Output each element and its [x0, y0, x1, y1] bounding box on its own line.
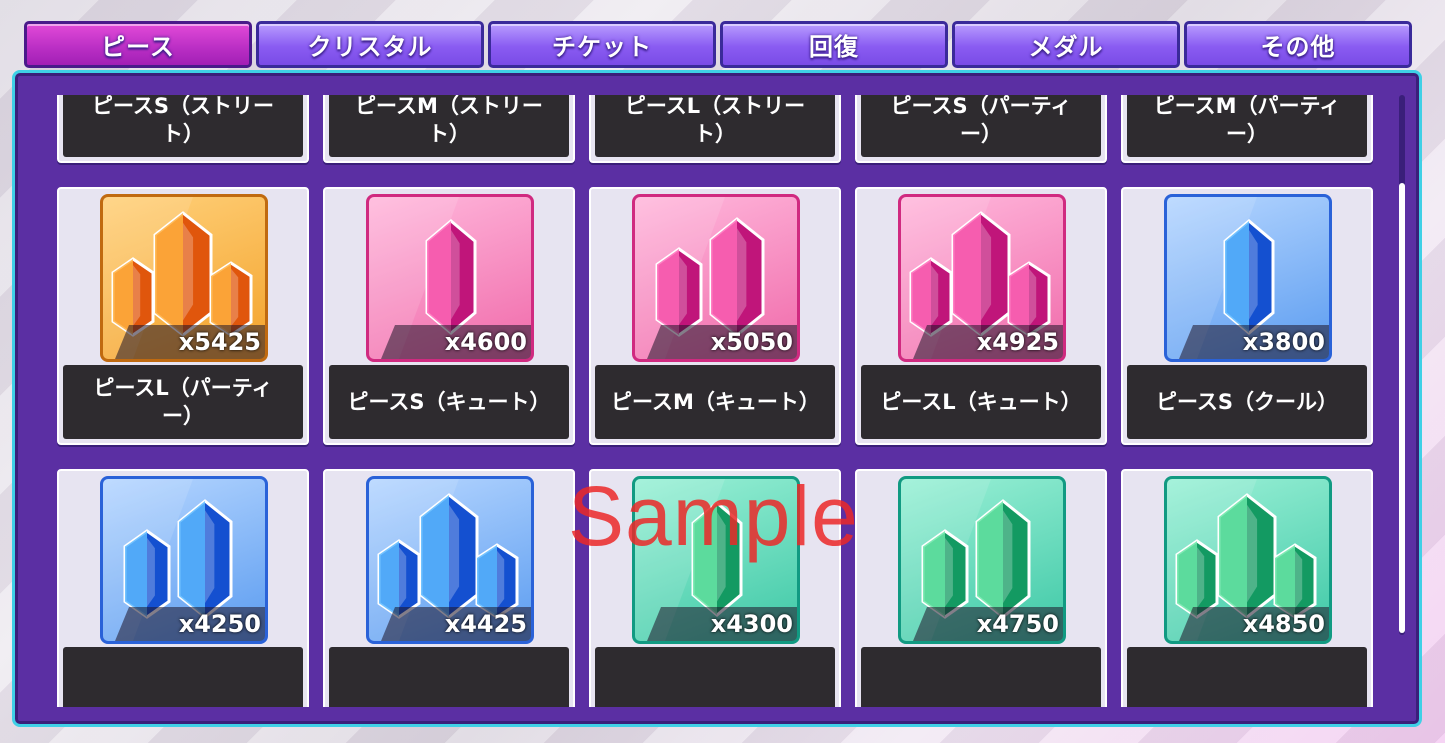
item-card[interactable]: x5050 ピースM（キュート）: [589, 187, 841, 445]
category-tabs: ピース クリスタル チケット 回復 メダル その他: [24, 21, 1412, 68]
item-name: ピースS（パーティー）: [861, 95, 1101, 157]
item-name: [63, 647, 303, 707]
item-name: [329, 647, 569, 707]
crystal-icon: x4850: [1164, 476, 1332, 644]
item-scroll-area[interactable]: x5100ピースS（ストリート） x5550ピースM（ストリート） x5350ピ…: [15, 95, 1395, 707]
item-quantity: x4925: [913, 325, 1063, 359]
tab-ticket[interactable]: チケット: [488, 21, 716, 68]
item-name: [595, 647, 835, 707]
item-card[interactable]: x4425: [323, 469, 575, 707]
item-card[interactable]: x5425 ピースL（パーティー）: [57, 187, 309, 445]
item-card[interactable]: x4750: [855, 469, 1107, 707]
item-quantity: x4250: [115, 607, 265, 641]
item-name: ピースS（クール）: [1127, 365, 1367, 439]
item-name: [1127, 647, 1367, 707]
tab-medal[interactable]: メダル: [952, 21, 1180, 68]
item-panel: x5100ピースS（ストリート） x5550ピースM（ストリート） x5350ピ…: [12, 70, 1422, 727]
item-name: ピースL（パーティー）: [63, 365, 303, 439]
item-quantity: x5050: [647, 325, 797, 359]
item-quantity: x4850: [1179, 607, 1329, 641]
item-card[interactable]: x4600 ピースS（キュート）: [323, 187, 575, 445]
item-name: ピースM（キュート）: [595, 365, 835, 439]
tab-recovery[interactable]: 回復: [720, 21, 948, 68]
item-card[interactable]: x4250: [57, 469, 309, 707]
item-name: ピースL（キュート）: [861, 365, 1101, 439]
item-quantity: x5425: [115, 325, 265, 359]
item-card[interactable]: x5600ピースS（パーティー）: [855, 95, 1107, 163]
crystal-icon: x4925: [898, 194, 1066, 362]
item-card[interactable]: x5100ピースS（ストリート）: [57, 95, 309, 163]
tab-piece[interactable]: ピース: [24, 21, 252, 68]
item-card[interactable]: x4850: [1121, 469, 1373, 707]
item-name: [861, 647, 1101, 707]
item-quantity: x3800: [1179, 325, 1329, 359]
item-quantity: x4425: [381, 607, 531, 641]
item-card[interactable]: x5550ピースM（ストリート）: [323, 95, 575, 163]
item-name: ピースL（ストリート）: [595, 95, 835, 157]
crystal-icon: x4250: [100, 476, 268, 644]
item-card[interactable]: x5350ピースL（ストリート）: [589, 95, 841, 163]
item-card[interactable]: x4925 ピースL（キュート）: [855, 187, 1107, 445]
item-name: ピースS（ストリート）: [63, 95, 303, 157]
item-quantity: x4300: [647, 607, 797, 641]
tab-other[interactable]: その他: [1184, 21, 1412, 68]
item-quantity: x4600: [381, 325, 531, 359]
item-card[interactable]: x4300: [589, 469, 841, 707]
scrollbar-thumb[interactable]: [1399, 183, 1405, 633]
item-name: ピースS（キュート）: [329, 365, 569, 439]
crystal-icon: x3800: [1164, 194, 1332, 362]
item-grid: x5100ピースS（ストリート） x5550ピースM（ストリート） x5350ピ…: [57, 95, 1373, 707]
item-name: ピースM（ストリート）: [329, 95, 569, 157]
item-card[interactable]: x6050ピースM（パーティー）: [1121, 95, 1373, 163]
item-quantity: x4750: [913, 607, 1063, 641]
crystal-icon: x4600: [366, 194, 534, 362]
crystal-icon: x5050: [632, 194, 800, 362]
crystal-icon: x4425: [366, 476, 534, 644]
item-card[interactable]: x3800 ピースS（クール）: [1121, 187, 1373, 445]
tab-crystal[interactable]: クリスタル: [256, 21, 484, 68]
crystal-icon: x4300: [632, 476, 800, 644]
scrollbar[interactable]: [1399, 95, 1405, 635]
item-name: ピースM（パーティー）: [1127, 95, 1367, 157]
crystal-icon: x5425: [100, 194, 268, 362]
crystal-icon: x4750: [898, 476, 1066, 644]
